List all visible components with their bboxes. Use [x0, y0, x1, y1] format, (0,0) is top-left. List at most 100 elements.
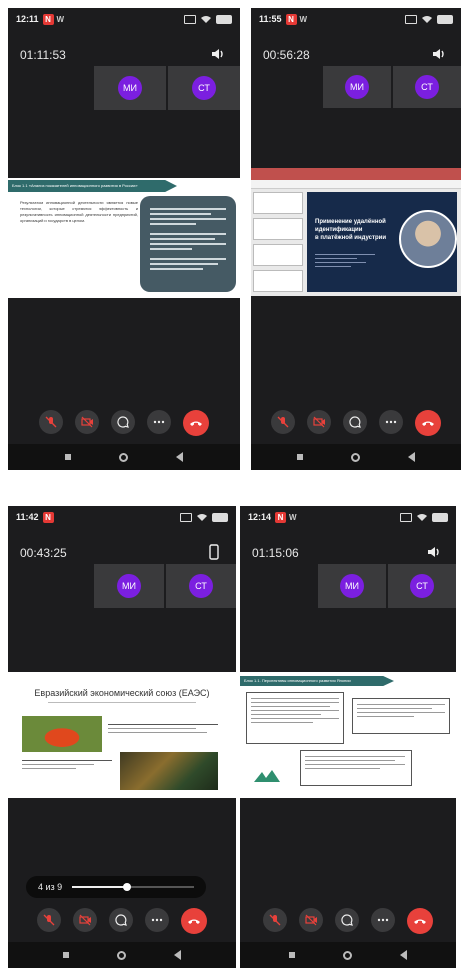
slide-progress-track[interactable]	[72, 883, 194, 891]
mic-off-icon	[43, 914, 55, 926]
call-controls	[8, 908, 236, 934]
notification-n-icon: N	[285, 13, 297, 25]
home-button[interactable]	[351, 452, 360, 462]
camera-off-icon	[313, 416, 325, 428]
wifi-icon	[197, 514, 207, 521]
more-dots-icon	[377, 918, 389, 922]
participant-tiles: МИ СТ	[94, 66, 240, 110]
more-options-button[interactable]	[145, 908, 169, 932]
home-button[interactable]	[343, 950, 352, 960]
text-box-bottom	[300, 750, 412, 786]
back-button[interactable]	[174, 950, 181, 960]
avatar: СТ	[415, 75, 439, 99]
cast-icon	[180, 512, 192, 522]
participant-tile[interactable]: МИ	[323, 66, 391, 108]
phone-device-icon[interactable]	[206, 544, 222, 560]
slide-logo	[254, 770, 280, 782]
text-box-left	[246, 692, 344, 744]
participant-tile[interactable]: МИ	[94, 564, 164, 608]
slide-header-banner: Блок 1.1. Перспективы инновационного раз…	[240, 676, 394, 686]
mic-off-icon	[269, 914, 281, 926]
hangup-icon	[414, 919, 426, 924]
home-button[interactable]	[119, 452, 128, 462]
speaker-icon[interactable]	[426, 544, 442, 560]
ppt-slide: Применение удалённой идентификации в пла…	[307, 192, 457, 292]
call-timer: 00:43:25	[20, 546, 67, 560]
slide-progress-fill	[72, 886, 127, 888]
slide-title: Применение удалённой идентификации в пла…	[315, 219, 387, 241]
end-call-button[interactable]	[415, 410, 441, 436]
speaker-icon[interactable]	[210, 46, 226, 62]
camera-toggle-button[interactable]	[307, 410, 331, 434]
mute-mic-button[interactable]	[271, 410, 295, 434]
slide-header-banner: Блок 1.1 «Анализ показателей инновационн…	[8, 180, 177, 192]
notification-n-icon: N	[42, 13, 54, 25]
chat-bubble-icon	[341, 914, 353, 926]
avatar: МИ	[345, 75, 369, 99]
slide-title: Евразийский экономический союз (ЕАЭС)	[34, 688, 210, 698]
slide-pager[interactable]: 4 из 9	[26, 876, 206, 898]
slide-header-text: Блок 1.1 «Анализ показателей инновационн…	[12, 183, 138, 188]
more-dots-icon	[385, 420, 397, 424]
slide-progress-knob[interactable]	[122, 883, 131, 891]
notification-n-icon: N	[42, 511, 54, 523]
status-app-indicator: W	[299, 14, 308, 24]
participant-tile[interactable]: СТ	[166, 564, 236, 608]
android-nav-bar	[8, 942, 236, 968]
recents-button[interactable]	[63, 952, 69, 958]
home-button[interactable]	[117, 950, 126, 960]
participant-tile[interactable]: МИ	[94, 66, 166, 110]
participant-tile[interactable]: МИ	[318, 564, 386, 608]
status-time: 11:55	[259, 14, 282, 24]
status-time: 11:42	[16, 512, 39, 522]
status-time: 12:11	[16, 14, 39, 24]
slide-header-text: Блок 1.1. Перспективы инновационного раз…	[244, 678, 351, 683]
speaker-icon[interactable]	[431, 46, 447, 62]
mic-off-icon	[277, 416, 289, 428]
call-controls	[8, 410, 240, 436]
end-call-button[interactable]	[183, 410, 209, 436]
participant-tile[interactable]: СТ	[168, 66, 240, 110]
cast-icon	[184, 14, 196, 24]
back-button[interactable]	[176, 452, 183, 462]
android-nav-bar	[240, 942, 456, 968]
camera-toggle-button[interactable]	[299, 908, 323, 932]
slide-image-mushroom	[22, 716, 102, 752]
back-button[interactable]	[400, 950, 407, 960]
chat-button[interactable]	[343, 410, 367, 434]
chat-button[interactable]	[335, 908, 359, 932]
avatar: СТ	[192, 76, 216, 100]
call-screen-1: 12:11 N W 01:11:53 МИ СТ Блок 1.1 «Анали…	[8, 8, 240, 470]
more-options-button[interactable]	[147, 410, 171, 434]
participant-tile[interactable]: СТ	[388, 564, 456, 608]
call-timer: 01:11:53	[20, 48, 66, 62]
more-options-button[interactable]	[379, 410, 403, 434]
mute-mic-button[interactable]	[263, 908, 287, 932]
camera-toggle-button[interactable]	[73, 908, 97, 932]
call-timer: 01:15:06	[252, 546, 299, 560]
mute-mic-button[interactable]	[39, 410, 63, 434]
hangup-icon	[188, 919, 200, 924]
participant-tiles: МИ СТ	[323, 66, 461, 108]
mute-mic-button[interactable]	[37, 908, 61, 932]
chat-button[interactable]	[109, 908, 133, 932]
camera-toggle-button[interactable]	[75, 410, 99, 434]
end-call-button[interactable]	[407, 908, 433, 934]
recents-button[interactable]	[297, 454, 303, 460]
android-nav-bar	[251, 444, 461, 470]
participant-tile[interactable]: СТ	[393, 66, 461, 108]
recents-button[interactable]	[65, 454, 71, 460]
battery-icon	[216, 14, 232, 24]
end-call-button[interactable]	[181, 908, 207, 934]
shared-slide: Евразийский экономический союз (ЕАЭС)	[8, 672, 236, 798]
camera-off-icon	[79, 914, 91, 926]
hangup-icon	[190, 421, 202, 426]
more-options-button[interactable]	[371, 908, 395, 932]
status-bar: 12:11 N W	[8, 8, 240, 30]
android-nav-bar	[8, 444, 240, 470]
recents-button[interactable]	[289, 952, 295, 958]
participant-tiles: МИ СТ	[318, 564, 456, 608]
back-button[interactable]	[408, 452, 415, 462]
avatar: СТ	[410, 574, 434, 598]
chat-button[interactable]	[111, 410, 135, 434]
